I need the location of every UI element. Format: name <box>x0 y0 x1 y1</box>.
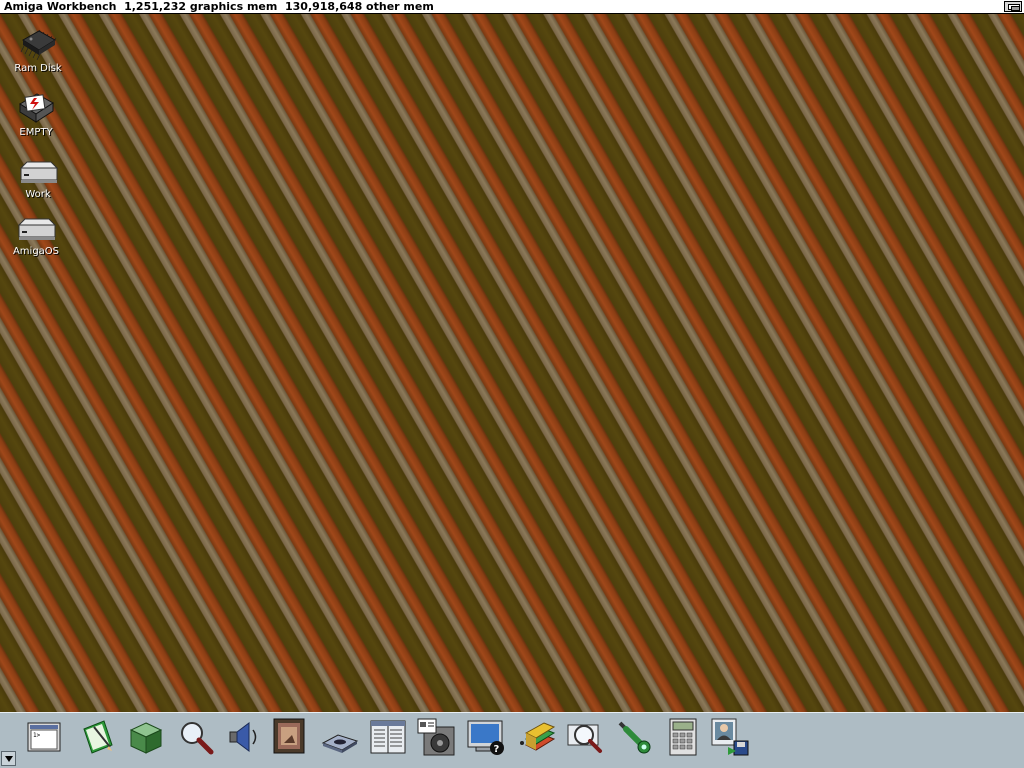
amigaos-drive-desktop-icon[interactable]: AmigaOS <box>0 215 72 257</box>
media-player-icon <box>417 718 455 756</box>
dock-notepad[interactable] <box>76 717 116 757</box>
dock-contact[interactable] <box>710 717 750 757</box>
wrench-icon <box>618 721 651 754</box>
books-icon <box>520 722 556 751</box>
screen-depth-gadget[interactable] <box>1004 1 1022 12</box>
picture-frame-icon <box>273 718 305 754</box>
screen-title: Amiga Workbench 1,251,232 graphics mem 1… <box>4 0 434 13</box>
work-drive-desktop-icon[interactable]: Work <box>2 158 74 200</box>
disk-drive-icon <box>321 734 359 753</box>
dock-tools[interactable] <box>614 717 654 757</box>
monitor-help-icon: ? <box>467 720 504 755</box>
svg-text:?: ? <box>494 744 500 755</box>
calculator-icon <box>669 718 697 756</box>
empty-drive-desktop-icon[interactable]: EMPTY <box>0 90 72 138</box>
ram-disk-desktop-icon[interactable]: Ram Disk <box>2 26 74 74</box>
empty-drive-icon <box>19 93 54 123</box>
dock-calculator[interactable] <box>664 717 704 757</box>
dock-bar: 1> ? <box>0 712 1024 768</box>
dock-shell[interactable]: 1> <box>24 717 64 757</box>
desktop[interactable]: Ram Disk EMPTY Work AmigaOS <box>0 14 1024 712</box>
dock-menu-button[interactable] <box>1 751 16 766</box>
empty-drive-label: EMPTY <box>19 127 53 138</box>
work-drive-label: Work <box>25 189 51 200</box>
dock-picture[interactable] <box>270 717 310 757</box>
zoom-search-icon <box>567 724 602 753</box>
dock-books[interactable] <box>518 717 558 757</box>
dock-search[interactable] <box>566 717 606 757</box>
ram-disk-label: Ram Disk <box>14 63 62 74</box>
hard-drive-icon <box>17 218 57 240</box>
dock-help[interactable]: ? <box>466 717 506 757</box>
dock-spreadsheet[interactable] <box>368 717 408 757</box>
dock-media-player[interactable] <box>416 717 456 757</box>
dock-disk-drive[interactable] <box>320 717 360 757</box>
shell-icon: 1> <box>27 722 61 752</box>
dock-find[interactable] <box>176 717 216 757</box>
screen-title-bar[interactable]: Amiga Workbench 1,251,232 graphics mem 1… <box>0 0 1024 14</box>
contact-save-icon <box>711 718 749 756</box>
dock-cube[interactable] <box>126 717 166 757</box>
svg-text:1>: 1> <box>33 732 41 739</box>
magnifier-icon <box>181 722 214 755</box>
notepad-icon <box>83 720 113 754</box>
hard-drive-icon <box>19 161 59 183</box>
ram-disk-icon <box>20 29 57 61</box>
speaker-icon <box>229 722 257 752</box>
spreadsheet-icon <box>370 720 406 754</box>
cube-icon <box>129 722 163 754</box>
amigaos-drive-label: AmigaOS <box>12 246 60 257</box>
dock-sound[interactable] <box>224 717 264 757</box>
